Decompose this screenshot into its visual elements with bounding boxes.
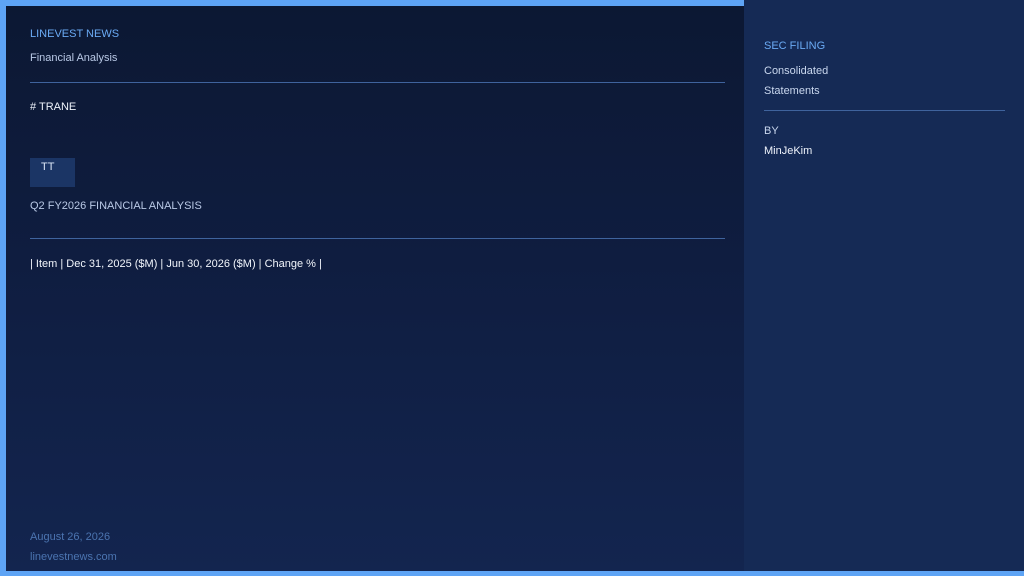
filing-type-line-2: Statements bbox=[764, 85, 820, 97]
sidebar-divider bbox=[764, 110, 1005, 111]
article-panel: LINEVEST NEWS Financial Analysis # TRANE… bbox=[6, 6, 744, 571]
byline-label: BY bbox=[764, 125, 779, 137]
filing-label: SEC FILING bbox=[764, 40, 826, 52]
section-label: Financial Analysis bbox=[30, 52, 118, 64]
ticker-badge: TT bbox=[30, 158, 75, 187]
site-link[interactable]: linevestnews.com bbox=[30, 551, 117, 563]
table-header: | Item | Dec 31, 2025 ($M) | Jun 30, 202… bbox=[30, 258, 322, 270]
brand-name: LINEVEST NEWS bbox=[30, 28, 120, 40]
publish-date: August 26, 2026 bbox=[30, 531, 111, 543]
divider bbox=[30, 238, 725, 239]
divider bbox=[30, 82, 725, 83]
article-heading: # TRANE bbox=[30, 101, 77, 113]
sidebar: SEC FILING Consolidated Statements BY Mi… bbox=[744, 0, 1024, 571]
author-name: MinJeKim bbox=[764, 145, 813, 157]
filing-type-line-1: Consolidated bbox=[764, 65, 829, 77]
analysis-title: Q2 FY2026 FINANCIAL ANALYSIS bbox=[30, 200, 202, 212]
